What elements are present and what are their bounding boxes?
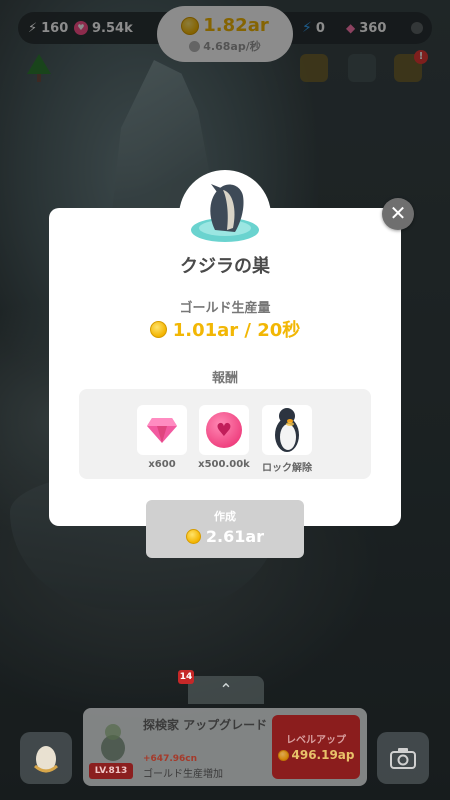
reward-caption: x600 bbox=[148, 459, 176, 470]
levelup-button[interactable]: レベルアップ 496.19ap bbox=[272, 715, 360, 779]
gold-coin-icon bbox=[149, 320, 167, 338]
production-label: ゴールド生産量 bbox=[179, 301, 271, 316]
create-cost: 2.61ar bbox=[205, 527, 265, 546]
create-button[interactable]: 作成 2.61ar bbox=[146, 500, 304, 558]
gem-icon bbox=[147, 418, 177, 443]
whale-nest-icon bbox=[191, 184, 259, 242]
upgrade-description: ゴールド生産増加 bbox=[143, 769, 223, 780]
reward-caption: ロック解除 bbox=[262, 463, 312, 474]
upgrade-delta: +647.96cn bbox=[143, 754, 198, 764]
upgrade-title: 探検家 アップグレード bbox=[143, 718, 268, 732]
levelup-cost: 496.19ap bbox=[291, 748, 355, 762]
camera-icon bbox=[390, 748, 416, 769]
camera-button[interactable] bbox=[377, 732, 429, 784]
gold-coin-icon bbox=[277, 749, 289, 761]
close-button[interactable]: ✕ bbox=[382, 198, 414, 230]
levelup-label: レベルアップ bbox=[286, 735, 346, 746]
reward-caption: x500.00k bbox=[198, 459, 250, 470]
level-badge: LV.813 bbox=[89, 763, 133, 779]
reward-item-hearts: ♥ x500.00k bbox=[198, 405, 250, 470]
gold-coin-icon bbox=[185, 529, 201, 544]
egg-button[interactable] bbox=[20, 732, 72, 784]
reward-item-unlock: ロック解除 bbox=[261, 405, 313, 474]
penguin-icon bbox=[275, 408, 299, 452]
modal-title: クジラの巣 bbox=[180, 256, 270, 277]
production-value: 1.01ar / 20秒 bbox=[172, 320, 301, 341]
create-label: 作成 bbox=[214, 510, 236, 523]
reward-item-gems: x600 bbox=[136, 405, 188, 470]
heart-token-icon: ♥ bbox=[206, 412, 242, 448]
production-value-row: 1.01ar / 20秒 bbox=[49, 316, 401, 342]
notification-count: 14 bbox=[178, 670, 194, 684]
explorer-icon bbox=[101, 724, 125, 761]
rewards-label: 報酬 bbox=[211, 371, 238, 386]
expand-panel-button[interactable]: ⌃ bbox=[188, 676, 264, 704]
egg-icon bbox=[33, 746, 59, 773]
